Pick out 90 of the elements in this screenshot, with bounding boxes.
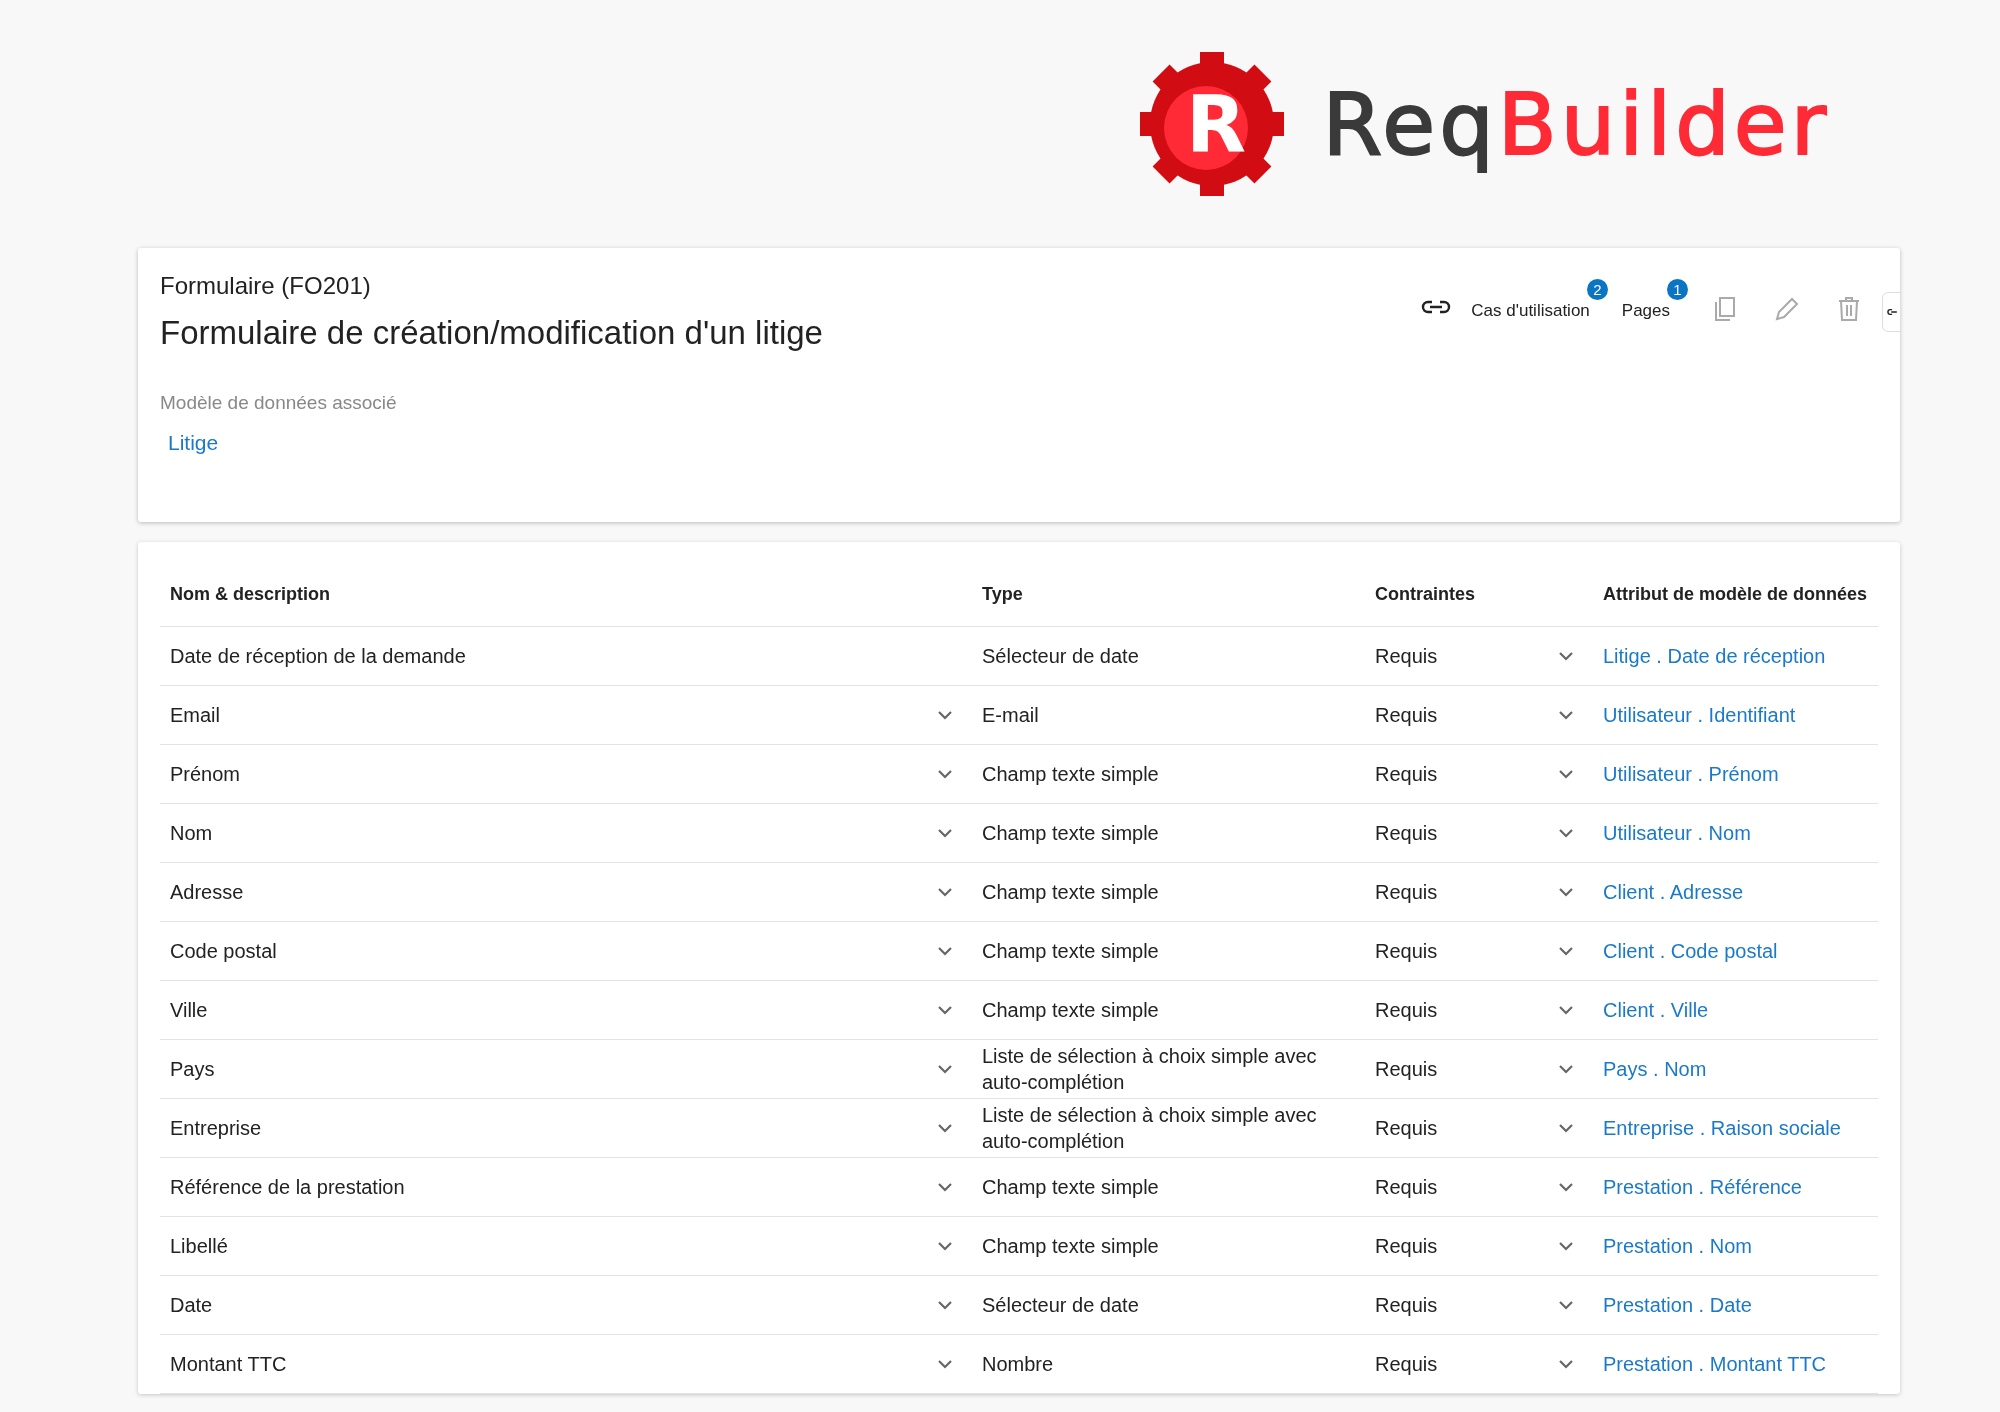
chevron-down-icon[interactable]: [1557, 1122, 1575, 1134]
chevron-down-icon[interactable]: [1557, 768, 1575, 780]
logo-text: Req: [1322, 74, 1498, 174]
column-header: Attribut de modèle de données: [1593, 562, 1878, 627]
field-type: Champ texte simple: [982, 1175, 1159, 1200]
attribute-link[interactable]: Prestation . Référence: [1603, 1172, 1802, 1202]
field-type: Champ texte simple: [982, 880, 1159, 905]
attribute-link[interactable]: Entreprise . Raison sociale: [1603, 1113, 1841, 1143]
attribute-link[interactable]: Prestation . Nom: [1603, 1231, 1752, 1261]
attribute-link[interactable]: Prestation . Date: [1603, 1290, 1752, 1320]
constraint-value: Requis: [1375, 1116, 1438, 1141]
chevron-down-icon[interactable]: [1557, 886, 1575, 898]
form-code: Formulaire (FO201): [160, 272, 371, 300]
field-name: Date: [170, 1293, 213, 1318]
chevron-down-icon[interactable]: [936, 1004, 954, 1016]
constraint-value: Requis: [1375, 1057, 1438, 1082]
field-name: Référence de la prestation: [170, 1175, 405, 1200]
attribute-link[interactable]: Client . Ville: [1603, 995, 1709, 1025]
field-name: Date de réception de la demande: [170, 644, 466, 669]
field-name: Adresse: [170, 880, 244, 905]
attribute-link[interactable]: Utilisateur . Prénom: [1603, 759, 1779, 789]
logo-text-accent: Builder: [1497, 74, 1830, 174]
chevron-down-icon[interactable]: [936, 1240, 954, 1252]
constraint-value: Requis: [1375, 880, 1438, 905]
attribute-link[interactable]: Utilisateur . Identifiant: [1603, 700, 1796, 730]
chevron-down-icon[interactable]: [1557, 1240, 1575, 1252]
attribute-link[interactable]: Prestation . Montant TTC: [1603, 1349, 1827, 1379]
constraint-value: Requis: [1375, 703, 1438, 728]
field-type: Champ texte simple: [982, 939, 1159, 964]
field-type: Champ texte simple: [982, 1234, 1159, 1259]
chevron-down-icon[interactable]: [936, 1122, 954, 1134]
field-type: Champ texte simple: [982, 998, 1159, 1023]
field-name: Pays: [170, 1057, 215, 1082]
chevron-down-icon[interactable]: [1557, 709, 1575, 721]
chevron-down-icon[interactable]: [1557, 1299, 1575, 1311]
field-name: Prénom: [170, 762, 241, 787]
attribute-link[interactable]: Utilisateur . Nom: [1603, 818, 1751, 848]
field-name: Entreprise: [170, 1116, 262, 1141]
chevron-down-icon[interactable]: [1557, 1358, 1575, 1370]
chevron-down-icon[interactable]: [936, 886, 954, 898]
chevron-down-icon[interactable]: [936, 1063, 954, 1075]
field-type: Sélecteur de date: [982, 1293, 1139, 1318]
field-type: Champ texte simple: [982, 762, 1159, 787]
attribute-link[interactable]: Client . Adresse: [1603, 877, 1744, 907]
constraint-value: Requis: [1375, 1352, 1438, 1377]
attribute-link[interactable]: Client . Code postal: [1603, 936, 1778, 966]
field-type: E-mail: [982, 703, 1039, 728]
chevron-down-icon[interactable]: [1557, 650, 1575, 662]
chevron-down-icon[interactable]: [1557, 1004, 1575, 1016]
chevron-down-icon[interactable]: [936, 1181, 954, 1193]
field-name: Ville: [170, 998, 208, 1023]
field-name: Montant TTC: [170, 1352, 287, 1377]
count-badge: 2: [1586, 278, 1608, 300]
field-name: Nom: [170, 821, 213, 846]
chevron-down-icon[interactable]: [936, 1358, 954, 1370]
chevron-down-icon[interactable]: [936, 709, 954, 721]
link-icon: [1887, 307, 1900, 317]
field-label: Modèle de données associé: [160, 392, 397, 414]
field-type: Sélecteur de date: [982, 644, 1139, 669]
constraint-value: Requis: [1375, 998, 1438, 1023]
column-header: Contraintes: [1365, 562, 1593, 627]
attribute-link[interactable]: Pays . Nom: [1603, 1054, 1707, 1084]
chevron-down-icon[interactable]: [1557, 1063, 1575, 1075]
constraint-value: Requis: [1375, 1175, 1438, 1200]
constraint-value: Requis: [1375, 1234, 1438, 1259]
chevron-down-icon[interactable]: [1557, 945, 1575, 957]
chevron-down-icon[interactable]: [936, 945, 954, 957]
chevron-down-icon[interactable]: [936, 1299, 954, 1311]
field-type: Champ texte simple: [982, 821, 1159, 846]
field-name: Code postal: [170, 939, 277, 964]
constraint-value: Requis: [1375, 644, 1438, 669]
chevron-down-icon[interactable]: [936, 827, 954, 839]
constraint-value: Requis: [1375, 762, 1438, 787]
attribute-link[interactable]: Litige . Date de réception: [1603, 641, 1826, 671]
chevron-down-icon[interactable]: [936, 768, 954, 780]
constraint-value: Requis: [1375, 821, 1438, 846]
field-type: Nombre: [982, 1352, 1054, 1377]
field-name: Libellé: [170, 1234, 228, 1259]
field-type: Liste de sélection à choix simple avec auto-complétion: [982, 1044, 1318, 1095]
form-title: Formulaire de création/modification d'un litige: [160, 314, 823, 352]
field-type: Liste de sélection à choix simple avec auto-complétion: [982, 1103, 1318, 1154]
constraint-value: Requis: [1375, 1293, 1438, 1318]
data-model-link[interactable]: Litige: [168, 431, 219, 455]
chevron-down-icon[interactable]: [1557, 827, 1575, 839]
chevron-down-icon[interactable]: [1557, 1181, 1575, 1193]
column-header: Type: [972, 562, 1365, 627]
column-header: Nom & description: [160, 562, 972, 627]
count-badge: 1: [1667, 278, 1688, 300]
field-name: Email: [170, 703, 220, 728]
constraint-value: Requis: [1375, 939, 1438, 964]
